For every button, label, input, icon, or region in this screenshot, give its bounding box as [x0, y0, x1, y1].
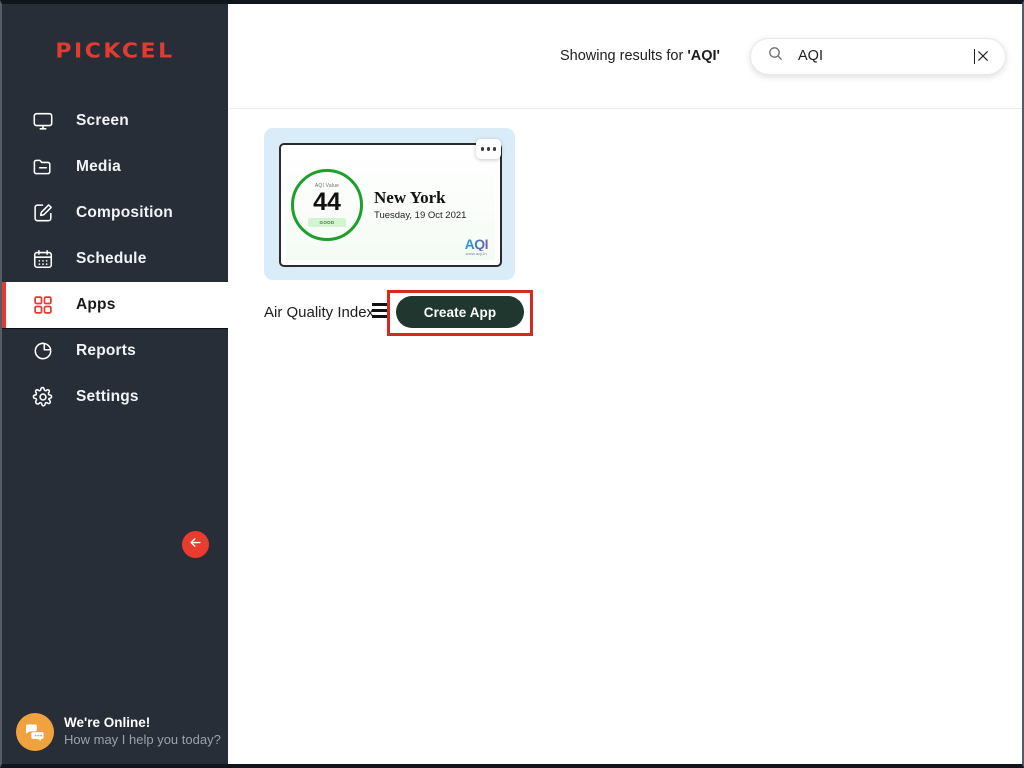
sidebar-item-label: Screen [76, 112, 129, 130]
sidebar-item-label: Media [76, 158, 121, 176]
arrow-left-icon [188, 535, 203, 555]
aqi-brand-logo: AQI www.aqi.in [465, 237, 488, 256]
top-bar: Showing results for 'AQI' AQI [228, 4, 1022, 109]
app-card-title: Air Quality Index [264, 304, 374, 321]
gear-icon [30, 384, 56, 410]
app-card-thumbnail[interactable]: AQI Value 44 GOOD New York Tuesday, 19 O… [264, 128, 515, 280]
sidebar-item-label: Reports [76, 342, 136, 360]
sidebar-item-label: Apps [76, 296, 116, 314]
aqi-gauge-value: 44 [313, 189, 341, 215]
sidebar-item-reports[interactable]: Reports [2, 328, 228, 374]
sidebar-collapse-button[interactable] [182, 531, 209, 558]
aqi-status-badge: GOOD [308, 218, 347, 227]
pencil-square-icon [30, 200, 56, 226]
search-box[interactable]: AQI [750, 38, 1006, 75]
close-icon[interactable] [975, 48, 991, 64]
app-card-footer: Air Quality Index Create App [264, 292, 515, 332]
pie-chart-icon [30, 338, 56, 364]
search-input[interactable]: AQI [798, 48, 973, 64]
app-preview-screen: AQI Value 44 GOOD New York Tuesday, 19 O… [279, 143, 502, 267]
main-content: Showing results for 'AQI' AQI [228, 4, 1022, 764]
sidebar-item-label: Composition [76, 204, 173, 222]
aqi-city: New York [374, 189, 466, 208]
sidebar-item-label: Settings [76, 388, 139, 406]
aqi-gauge: AQI Value 44 GOOD [291, 169, 363, 241]
showing-results-label: Showing results for 'AQI' [560, 48, 720, 64]
aqi-logo-subtext: www.aqi.in [465, 251, 488, 256]
application-window: PICKCEL Screen Media [0, 0, 1024, 768]
chat-bubbles-icon [16, 713, 54, 751]
brand-logo[interactable]: PICKCEL [2, 4, 228, 92]
app-results-grid: AQI Value 44 GOOD New York Tuesday, 19 O… [228, 109, 1022, 332]
aqi-logo-mark: AQI [465, 237, 488, 251]
kebab-menu-icon[interactable] [476, 139, 501, 159]
create-app-button[interactable]: Create App [396, 296, 524, 328]
chat-widget-title: We're Online! [64, 715, 221, 732]
sidebar-item-screen[interactable]: Screen [2, 98, 228, 144]
aqi-date: Tuesday, 19 Oct 2021 [374, 210, 466, 221]
chat-widget-text: We're Online! How may I help you today? [64, 715, 221, 748]
sidebar: PICKCEL Screen Media [2, 4, 228, 764]
sidebar-item-apps[interactable]: Apps [2, 282, 228, 328]
sidebar-item-media[interactable]: Media [2, 144, 228, 190]
sidebar-item-label: Schedule [76, 250, 147, 268]
search-icon [767, 45, 784, 67]
brand-logo-text: PICKCEL [55, 40, 174, 63]
sidebar-item-settings[interactable]: Settings [2, 374, 228, 420]
showing-results-query: 'AQI' [687, 48, 720, 64]
aqi-location-block: New York Tuesday, 19 Oct 2021 [374, 189, 466, 221]
app-card-air-quality-index[interactable]: AQI Value 44 GOOD New York Tuesday, 19 O… [264, 128, 515, 332]
chat-widget[interactable]: We're Online! How may I help you today? [16, 713, 221, 751]
showing-results-prefix: Showing results for [560, 48, 687, 64]
chat-widget-subtitle: How may I help you today? [64, 732, 221, 748]
sidebar-item-schedule[interactable]: Schedule [2, 236, 228, 282]
calendar-icon [30, 246, 56, 272]
app-preview-content: AQI Value 44 GOOD New York Tuesday, 19 O… [286, 150, 495, 260]
monitor-icon [30, 108, 56, 134]
sidebar-nav: Screen Media Compositi [2, 98, 228, 420]
folder-minus-icon [30, 154, 56, 180]
grid-icon [30, 292, 56, 318]
sidebar-item-composition[interactable]: Composition [2, 190, 228, 236]
